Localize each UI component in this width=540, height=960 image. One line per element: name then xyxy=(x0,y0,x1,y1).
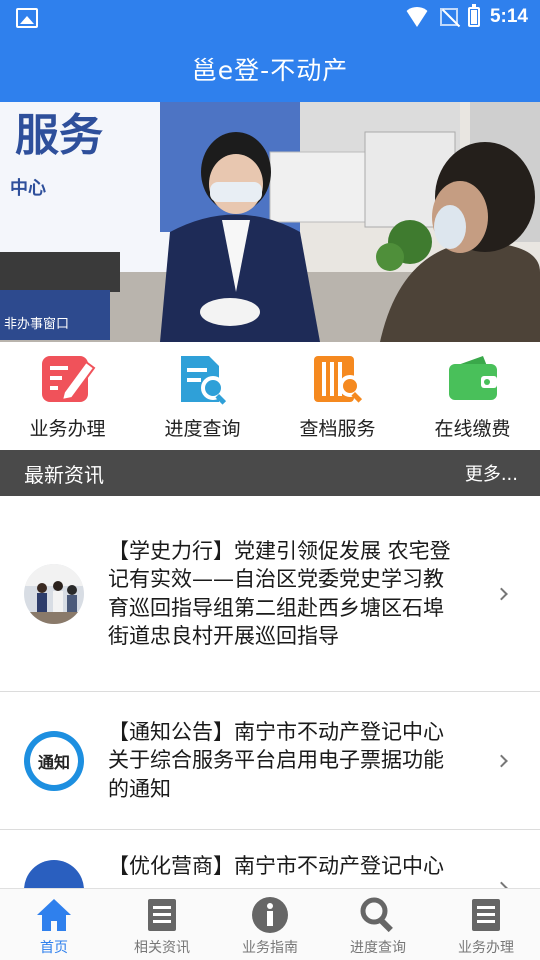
news-icon xyxy=(142,895,182,935)
tab-progress[interactable]: 进度查询 xyxy=(324,889,432,960)
tab-home-label: 首页 xyxy=(40,940,68,956)
menu-progress-label: 进度查询 xyxy=(164,418,241,440)
news-thumbnail xyxy=(24,563,84,624)
edit-icon xyxy=(40,352,96,406)
chevron-right-icon xyxy=(495,587,508,600)
tab-news-label: 相关资讯 xyxy=(134,940,190,956)
menu-business[interactable]: 业务办理 xyxy=(0,342,135,450)
menu-payment[interactable]: 在线缴费 xyxy=(405,342,540,450)
tab-progress-label: 进度查询 xyxy=(350,940,406,956)
tab-guide[interactable]: 业务指南 xyxy=(216,889,324,960)
banner-sign-sub: 中心 xyxy=(10,177,46,199)
news-section-header: 最新资讯 更多... xyxy=(0,450,540,496)
tab-business-label: 业务办理 xyxy=(458,940,514,956)
page-title: 邕e登-不动产 xyxy=(191,56,349,85)
news-thumbnail: 通知 xyxy=(24,730,84,791)
status-bar: 5:14 xyxy=(0,0,540,36)
status-time: 5:14 xyxy=(489,6,528,27)
tab-guide-label: 业务指南 xyxy=(242,940,298,956)
wifi-icon xyxy=(403,7,430,27)
menu-archive[interactable]: 查档服务 xyxy=(270,342,405,450)
more-link[interactable]: 更多... xyxy=(465,460,518,486)
chevron-right-icon xyxy=(495,754,508,767)
news-title: 【学史力行】党建引领促发展 农宅登记有实效——自治区党委党史学习教育巡回指导组第… xyxy=(108,538,451,649)
tab-news[interactable]: 相关资讯 xyxy=(108,889,216,960)
list-icon xyxy=(466,895,506,935)
menu-archive-label: 查档服务 xyxy=(299,418,376,440)
news-item[interactable]: 通知 【通知公告】南宁市不动产登记中心关于综合服务平台启用电子票据功能的通知 xyxy=(0,692,540,830)
news-title: 【优化营商】南宁市不动产登记中心 xyxy=(108,854,444,878)
news-item[interactable]: 【优化营商】南宁市不动产登记中心 xyxy=(0,830,540,888)
wallet-icon xyxy=(445,352,501,406)
news-list: 【学史力行】党建引领促发展 农宅登记有实效——自治区党委党史学习教育巡回指导组第… xyxy=(0,496,540,888)
news-item[interactable]: 【学史力行】党建引领促发展 农宅登记有实效——自治区党委党史学习教育巡回指导组第… xyxy=(0,496,540,692)
news-title: 【通知公告】南宁市不动产登记中心关于综合服务平台启用电子票据功能的通知 xyxy=(108,719,444,801)
battery-charging-icon xyxy=(467,4,480,27)
no-signal-icon xyxy=(439,8,458,26)
notice-thumb-text: 通知 xyxy=(30,736,78,785)
menu-progress[interactable]: 进度查询 xyxy=(135,342,270,450)
banner-sign-text: 服务 xyxy=(15,110,103,161)
tab-home[interactable]: 首页 xyxy=(0,889,108,960)
bottom-tab-bar: 首页 相关资讯 业务指南 进度查询 业务办理 xyxy=(0,888,540,960)
news-section-title: 最新资讯 xyxy=(24,462,104,487)
search-icon xyxy=(358,895,398,935)
menu-business-label: 业务办理 xyxy=(29,418,106,440)
info-icon xyxy=(250,895,290,935)
home-icon xyxy=(34,895,74,935)
news-thumbnail xyxy=(24,860,84,888)
document-search-icon xyxy=(175,352,231,406)
banner-image[interactable]: 服务 中心 非办事窗口 xyxy=(0,102,540,342)
tab-business[interactable]: 业务办理 xyxy=(432,889,540,960)
quick-menu: 业务办理 进度查询 查档服务 在线缴费 xyxy=(0,342,540,450)
archive-search-icon xyxy=(310,352,366,406)
menu-payment-label: 在线缴费 xyxy=(434,418,511,440)
image-notification-icon xyxy=(16,8,38,28)
app-header: 邕e登-不动产 xyxy=(0,36,540,102)
banner-window-sign: 非办事窗口 xyxy=(4,316,69,332)
